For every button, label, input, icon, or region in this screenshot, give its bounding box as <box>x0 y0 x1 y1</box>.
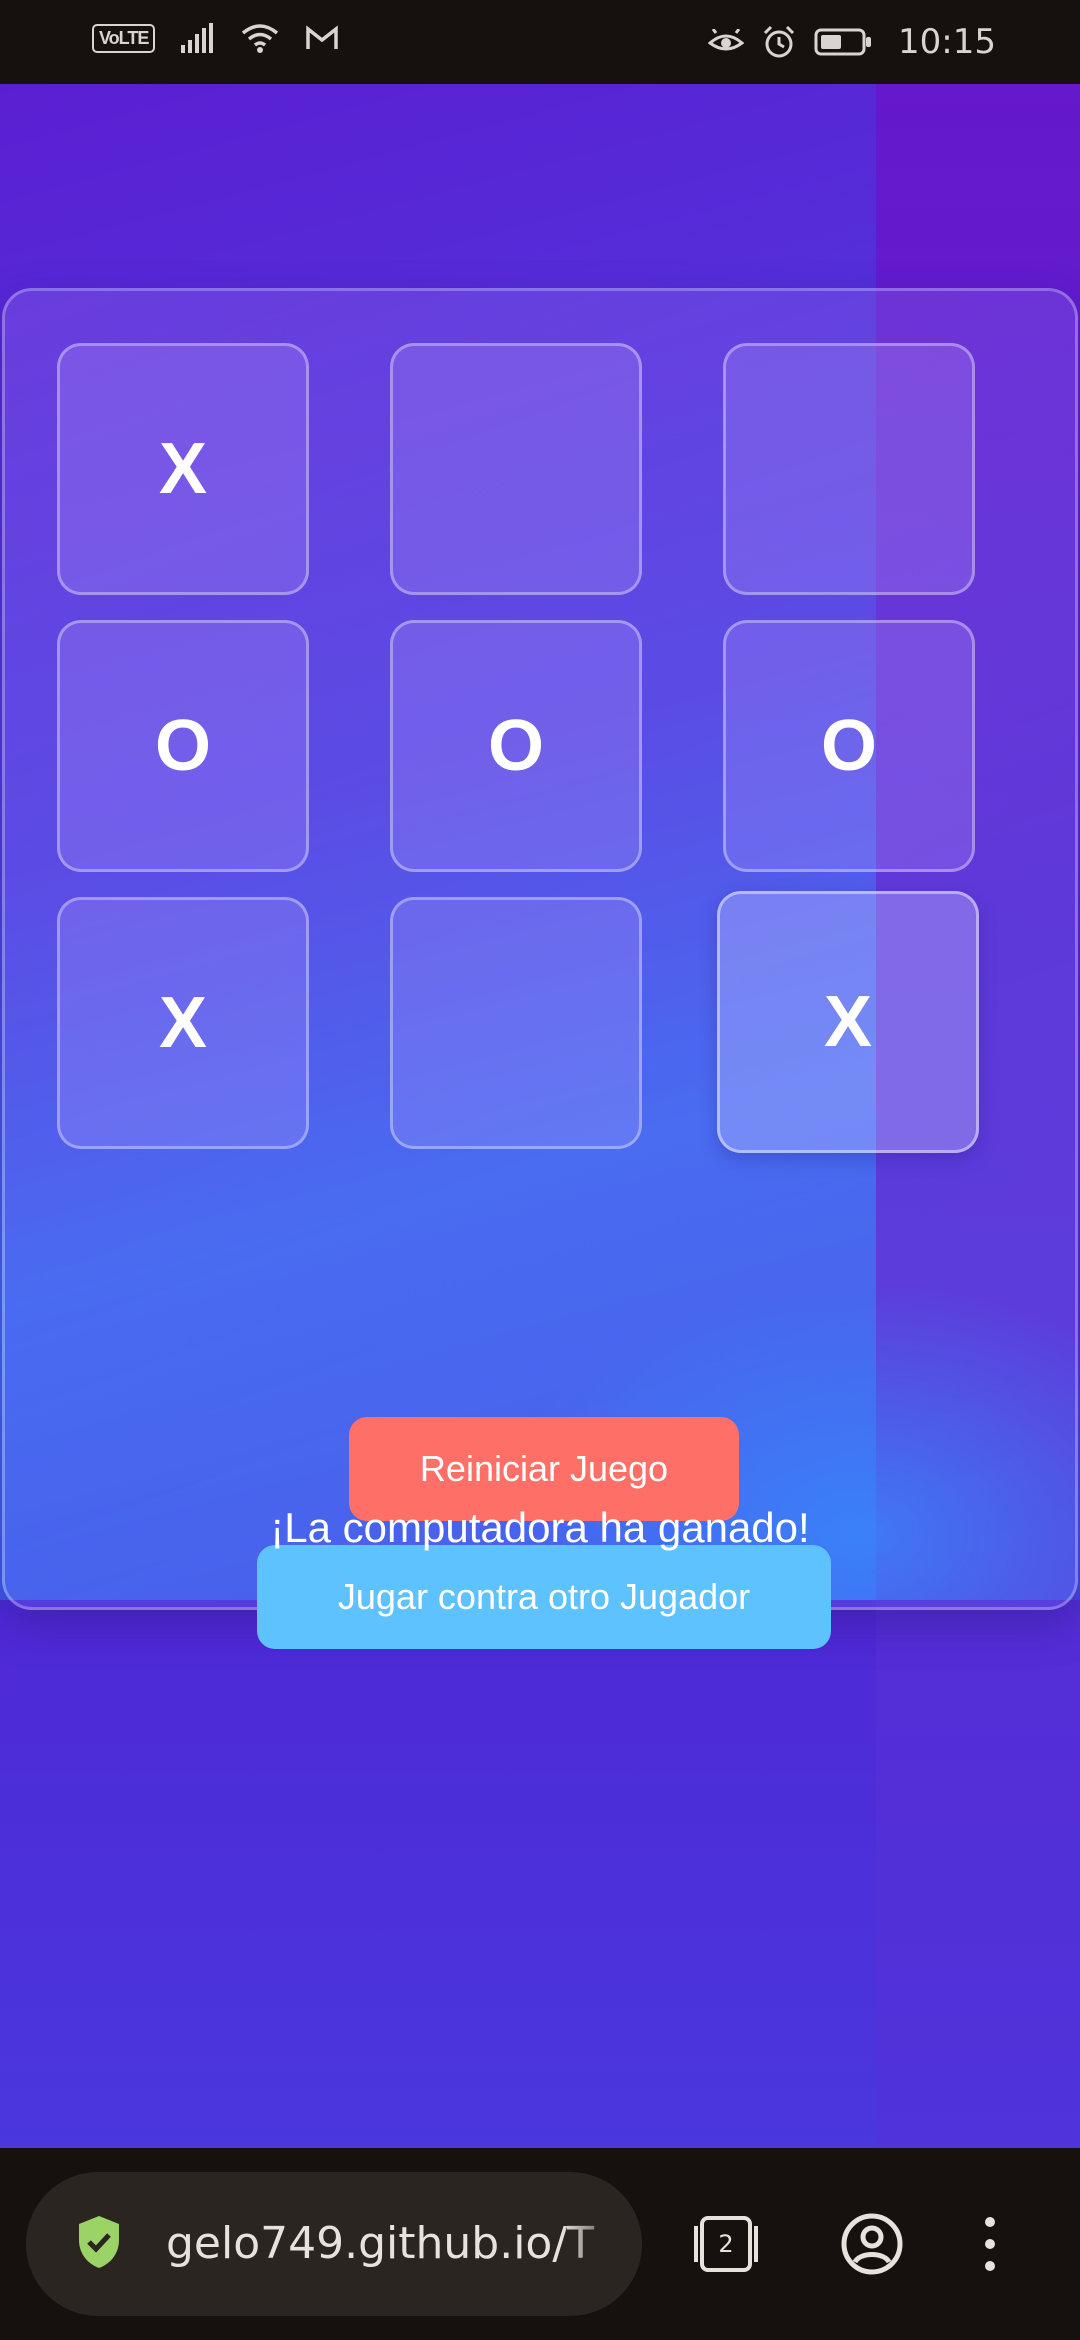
secure-shield-icon[interactable] <box>76 2214 122 2275</box>
account-icon[interactable] <box>840 2212 904 2281</box>
volte-indicator: VoLTE <box>92 23 156 53</box>
status-bar: VoLTE 10:15 <box>0 0 1080 84</box>
board-cell-3[interactable] <box>723 343 975 595</box>
status-left: VoLTE <box>92 22 339 54</box>
web-page: X O O O X X Reiniciar Juego Jugar contra… <box>0 84 1080 2148</box>
signal-icon <box>181 23 215 53</box>
result-message: ¡La computadora ha ganado! <box>270 1504 810 1551</box>
board-cell-4[interactable]: O <box>57 620 309 872</box>
gmail-icon <box>305 25 339 51</box>
url-fade <box>562 2172 642 2316</box>
play-vs-player-button[interactable]: Jugar contra otro Jugador <box>257 1545 831 1649</box>
tab-count: 2 <box>718 2230 734 2258</box>
address-bar[interactable]: gelo749.github.io/T <box>26 2172 642 2316</box>
more-menu-icon[interactable] <box>980 2212 1000 2281</box>
status-right: 10:15 <box>708 22 996 62</box>
wifi-icon <box>241 22 279 54</box>
clock: 10:15 <box>898 22 996 62</box>
background-lower <box>0 1600 876 2148</box>
board-cell-9[interactable]: X <box>717 891 979 1153</box>
game-card: X O O O X X Reiniciar Juego Jugar contra… <box>2 288 1078 1649</box>
board-cell-8[interactable] <box>390 897 642 1149</box>
battery-icon <box>814 27 872 57</box>
board-cell-2[interactable] <box>390 343 642 595</box>
tab-switcher-button[interactable]: 2 <box>690 2214 762 2274</box>
board-cell-7[interactable]: X <box>57 897 309 1149</box>
alarm-icon <box>762 25 796 59</box>
board-cell-1[interactable]: X <box>57 343 309 595</box>
board-cell-5[interactable]: O <box>390 620 642 872</box>
url-text[interactable]: gelo749.github.io/T <box>166 2218 626 2269</box>
eye-comfort-icon <box>708 29 745 55</box>
board-cell-6[interactable]: O <box>723 620 975 872</box>
browser-bottom-bar: gelo749.github.io/T 2 <box>0 2148 1080 2340</box>
